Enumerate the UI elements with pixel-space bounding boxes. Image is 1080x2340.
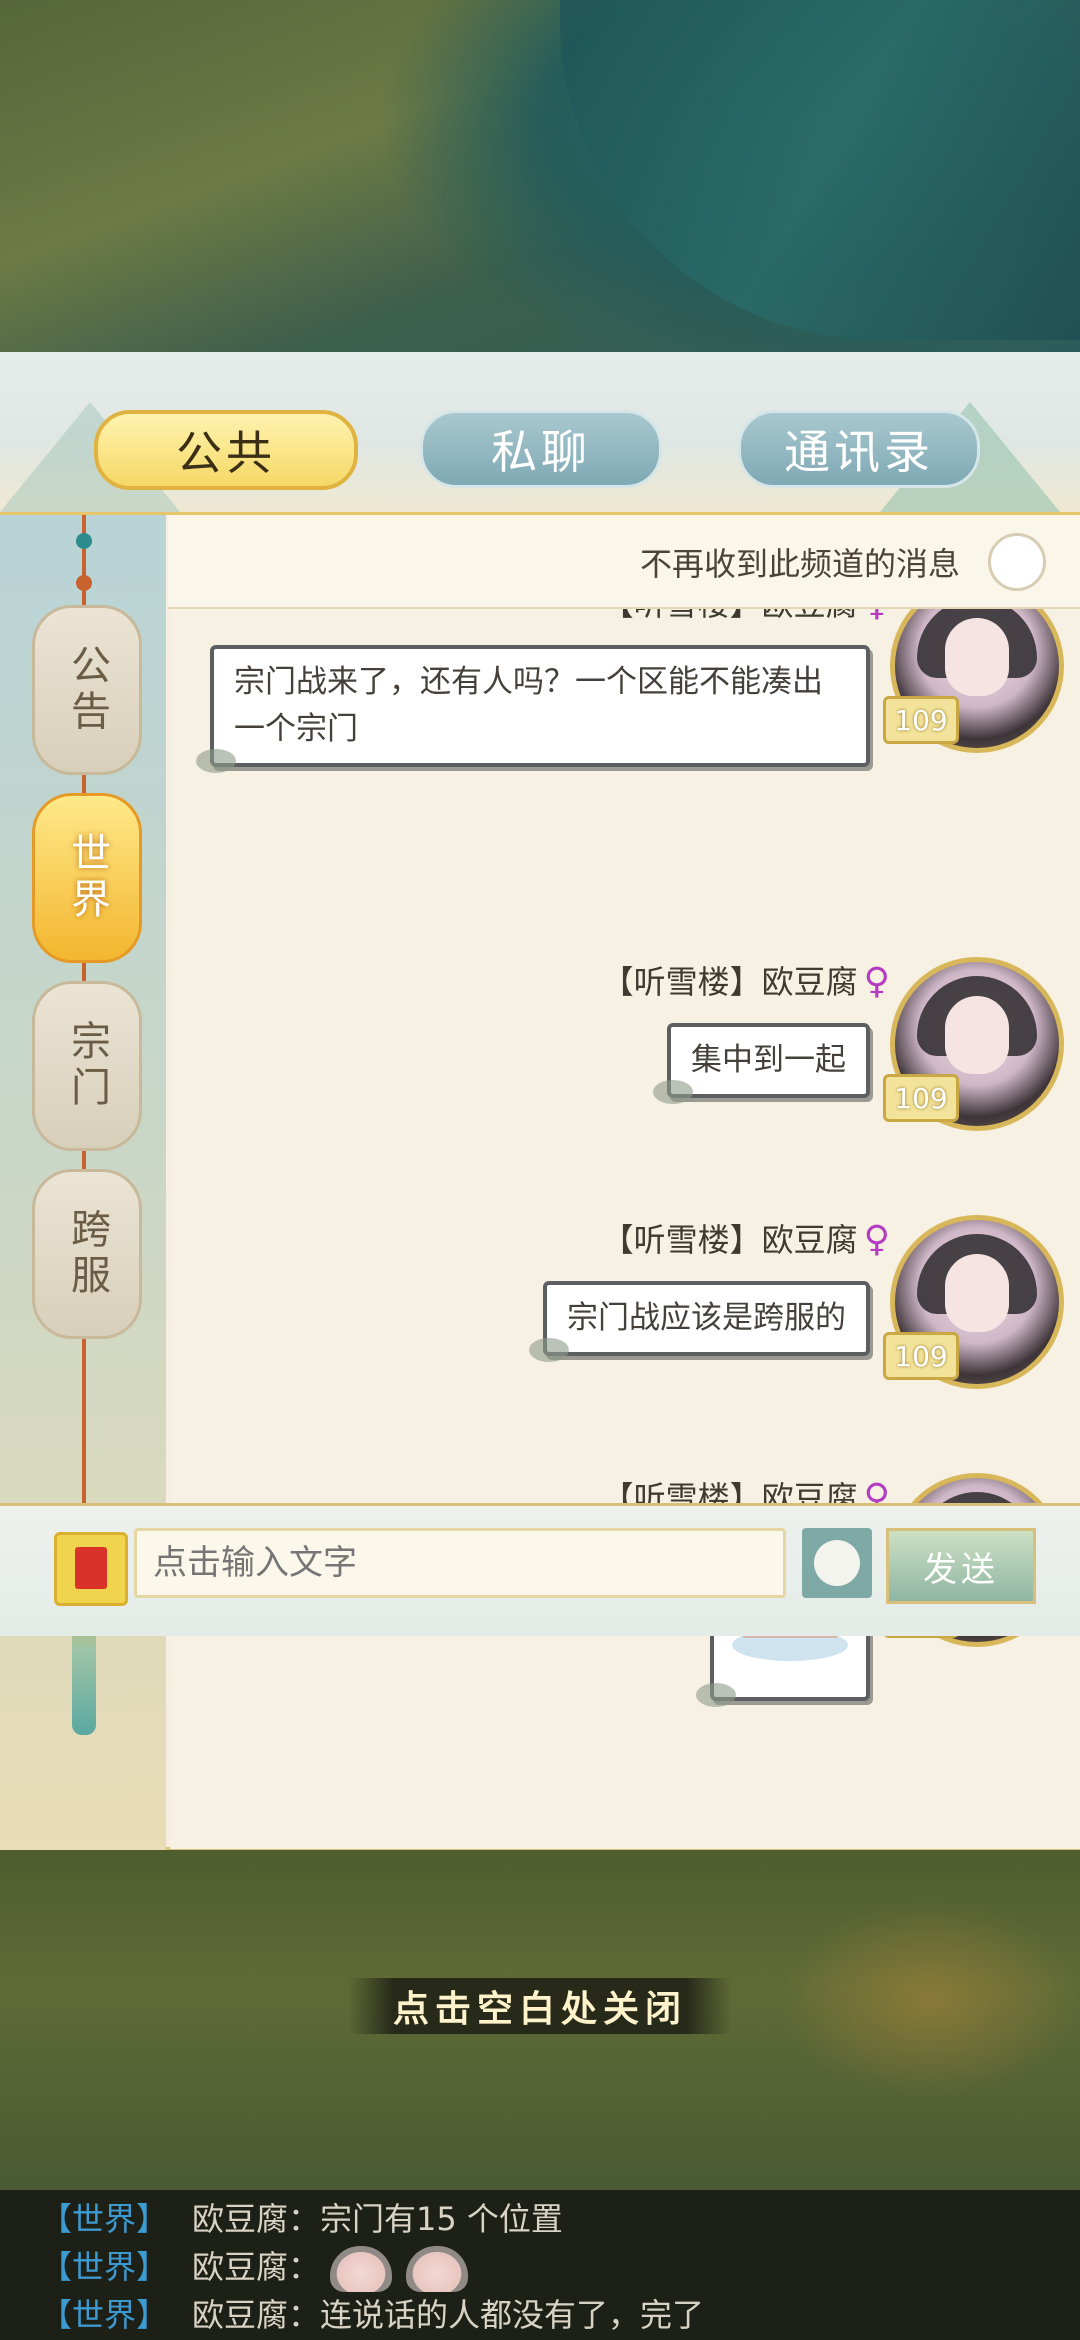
chat-panel: 公共 私聊 通讯录 公告 世界 宗门 跨服 不再收到此频道的消息 【听雪楼】欧豆… bbox=[0, 352, 1080, 1850]
avatar[interactable]: 109 bbox=[883, 957, 1064, 1131]
ticker-row: 【世界】 欧豆腐：连说话的人都没有了，完了 bbox=[40, 2290, 704, 2338]
bead-decoration bbox=[76, 533, 92, 549]
background-foliage bbox=[780, 1900, 1080, 2100]
mute-channel-bar: 不再收到此频道的消息 bbox=[168, 515, 1080, 609]
chat-message: 【听雪楼】欧豆腐♀ 109 宗门战来了，还有人吗？一个区能不能凑出一个宗门 bbox=[170, 609, 1080, 809]
avatar-face bbox=[945, 1254, 1009, 1332]
twig-decoration bbox=[653, 1080, 693, 1104]
ticker-row: 【世界】 欧豆腐： bbox=[40, 2242, 482, 2292]
message-bubble[interactable]: 宗门战应该是跨服的 bbox=[529, 1281, 870, 1362]
ticker-channel: 【世界】 bbox=[40, 2296, 169, 2334]
chat-message-list[interactable]: 【听雪楼】欧豆腐♀ 109 宗门战来了，还有人吗？一个区能不能凑出一个宗门 【听… bbox=[170, 609, 1080, 1849]
chat-message: 【听雪楼】欧豆腐 ♀ 109 宗门战应该是跨服的 bbox=[170, 1215, 1080, 1395]
ticker-text: 欧豆腐： bbox=[192, 2248, 321, 2286]
emoji-button[interactable] bbox=[802, 1528, 872, 1598]
red-packet-button[interactable] bbox=[54, 1532, 128, 1606]
message-text: 宗门战应该是跨服的 bbox=[567, 1300, 846, 1336]
close-hint-button[interactable]: 点击空白处关闭 bbox=[348, 1978, 732, 2034]
sender-name: 【听雪楼】欧豆腐♀ bbox=[601, 1219, 890, 1260]
message-text: 集中到一起 bbox=[691, 1042, 846, 1078]
level-badge: 109 bbox=[883, 1074, 959, 1122]
world-chat-ticker[interactable]: 【世界】 欧豆腐：宗门有15 个位置 【世界】 欧豆腐： 【世界】 欧豆腐：连说话的人… bbox=[0, 2190, 1080, 2340]
ticker-channel: 【世界】 bbox=[40, 2200, 169, 2238]
tofu-emoji-icon bbox=[330, 2246, 393, 2292]
mute-channel-toggle[interactable] bbox=[988, 533, 1046, 591]
avatar-face bbox=[945, 996, 1009, 1074]
panel-header: 公共 私聊 通讯录 bbox=[0, 352, 1080, 515]
mute-channel-label: 不再收到此频道的消息 bbox=[639, 545, 960, 583]
message-text: 宗门战来了，还有人吗？一个区能不能凑出一个宗门 bbox=[234, 664, 823, 747]
chat-text-input[interactable] bbox=[134, 1528, 786, 1598]
bead-decoration bbox=[76, 575, 92, 591]
ticker-row: 【世界】 欧豆腐：宗门有15 个位置 bbox=[40, 2194, 563, 2242]
female-icon: ♀ bbox=[864, 609, 890, 624]
level-badge: 109 bbox=[883, 1332, 959, 1380]
red-packet-icon bbox=[75, 1547, 107, 1589]
twig-decoration bbox=[196, 749, 236, 773]
twig-decoration bbox=[529, 1338, 569, 1362]
ticker-channel: 【世界】 bbox=[40, 2248, 169, 2286]
smiley-icon bbox=[814, 1540, 860, 1586]
tab-public[interactable]: 公共 bbox=[94, 410, 358, 490]
chat-message: 【听雪楼】欧豆腐 ♀ 109 集中到一起 bbox=[170, 957, 1080, 1137]
tofu-emoji-icon bbox=[406, 2246, 469, 2292]
sender-name: 【听雪楼】欧豆腐♀ bbox=[602, 609, 890, 625]
channel-sect[interactable]: 宗门 bbox=[32, 981, 142, 1151]
tab-private-chat[interactable]: 私聊 bbox=[420, 410, 662, 488]
avatar-face bbox=[945, 618, 1009, 696]
message-bubble[interactable]: 宗门战来了，还有人吗？一个区能不能凑出一个宗门 bbox=[196, 645, 870, 773]
channel-cross-server[interactable]: 跨服 bbox=[32, 1169, 142, 1339]
twig-decoration bbox=[696, 1683, 736, 1707]
ticker-text: 欧豆腐：宗门有15 个位置 bbox=[192, 2200, 563, 2238]
female-icon: ♀ bbox=[863, 1219, 890, 1260]
ticker-text: 欧豆腐：连说话的人都没有了，完了 bbox=[192, 2296, 705, 2334]
channel-announcement[interactable]: 公告 bbox=[32, 605, 142, 775]
tab-contacts[interactable]: 通讯录 bbox=[738, 410, 980, 488]
channel-sidebar: 公告 世界 宗门 跨服 bbox=[0, 515, 166, 1850]
level-badge: 109 bbox=[883, 696, 959, 744]
channel-world[interactable]: 世界 bbox=[32, 793, 142, 963]
avatar[interactable]: 109 bbox=[883, 609, 1064, 753]
female-icon: ♀ bbox=[863, 961, 890, 1002]
send-button[interactable]: 发送 bbox=[886, 1528, 1036, 1604]
message-bubble[interactable]: 集中到一起 bbox=[653, 1023, 870, 1104]
sender-name: 【听雪楼】欧豆腐♀ bbox=[601, 961, 890, 1002]
avatar[interactable]: 109 bbox=[883, 1215, 1064, 1389]
chat-input-bar: 发送 bbox=[0, 1503, 1080, 1636]
